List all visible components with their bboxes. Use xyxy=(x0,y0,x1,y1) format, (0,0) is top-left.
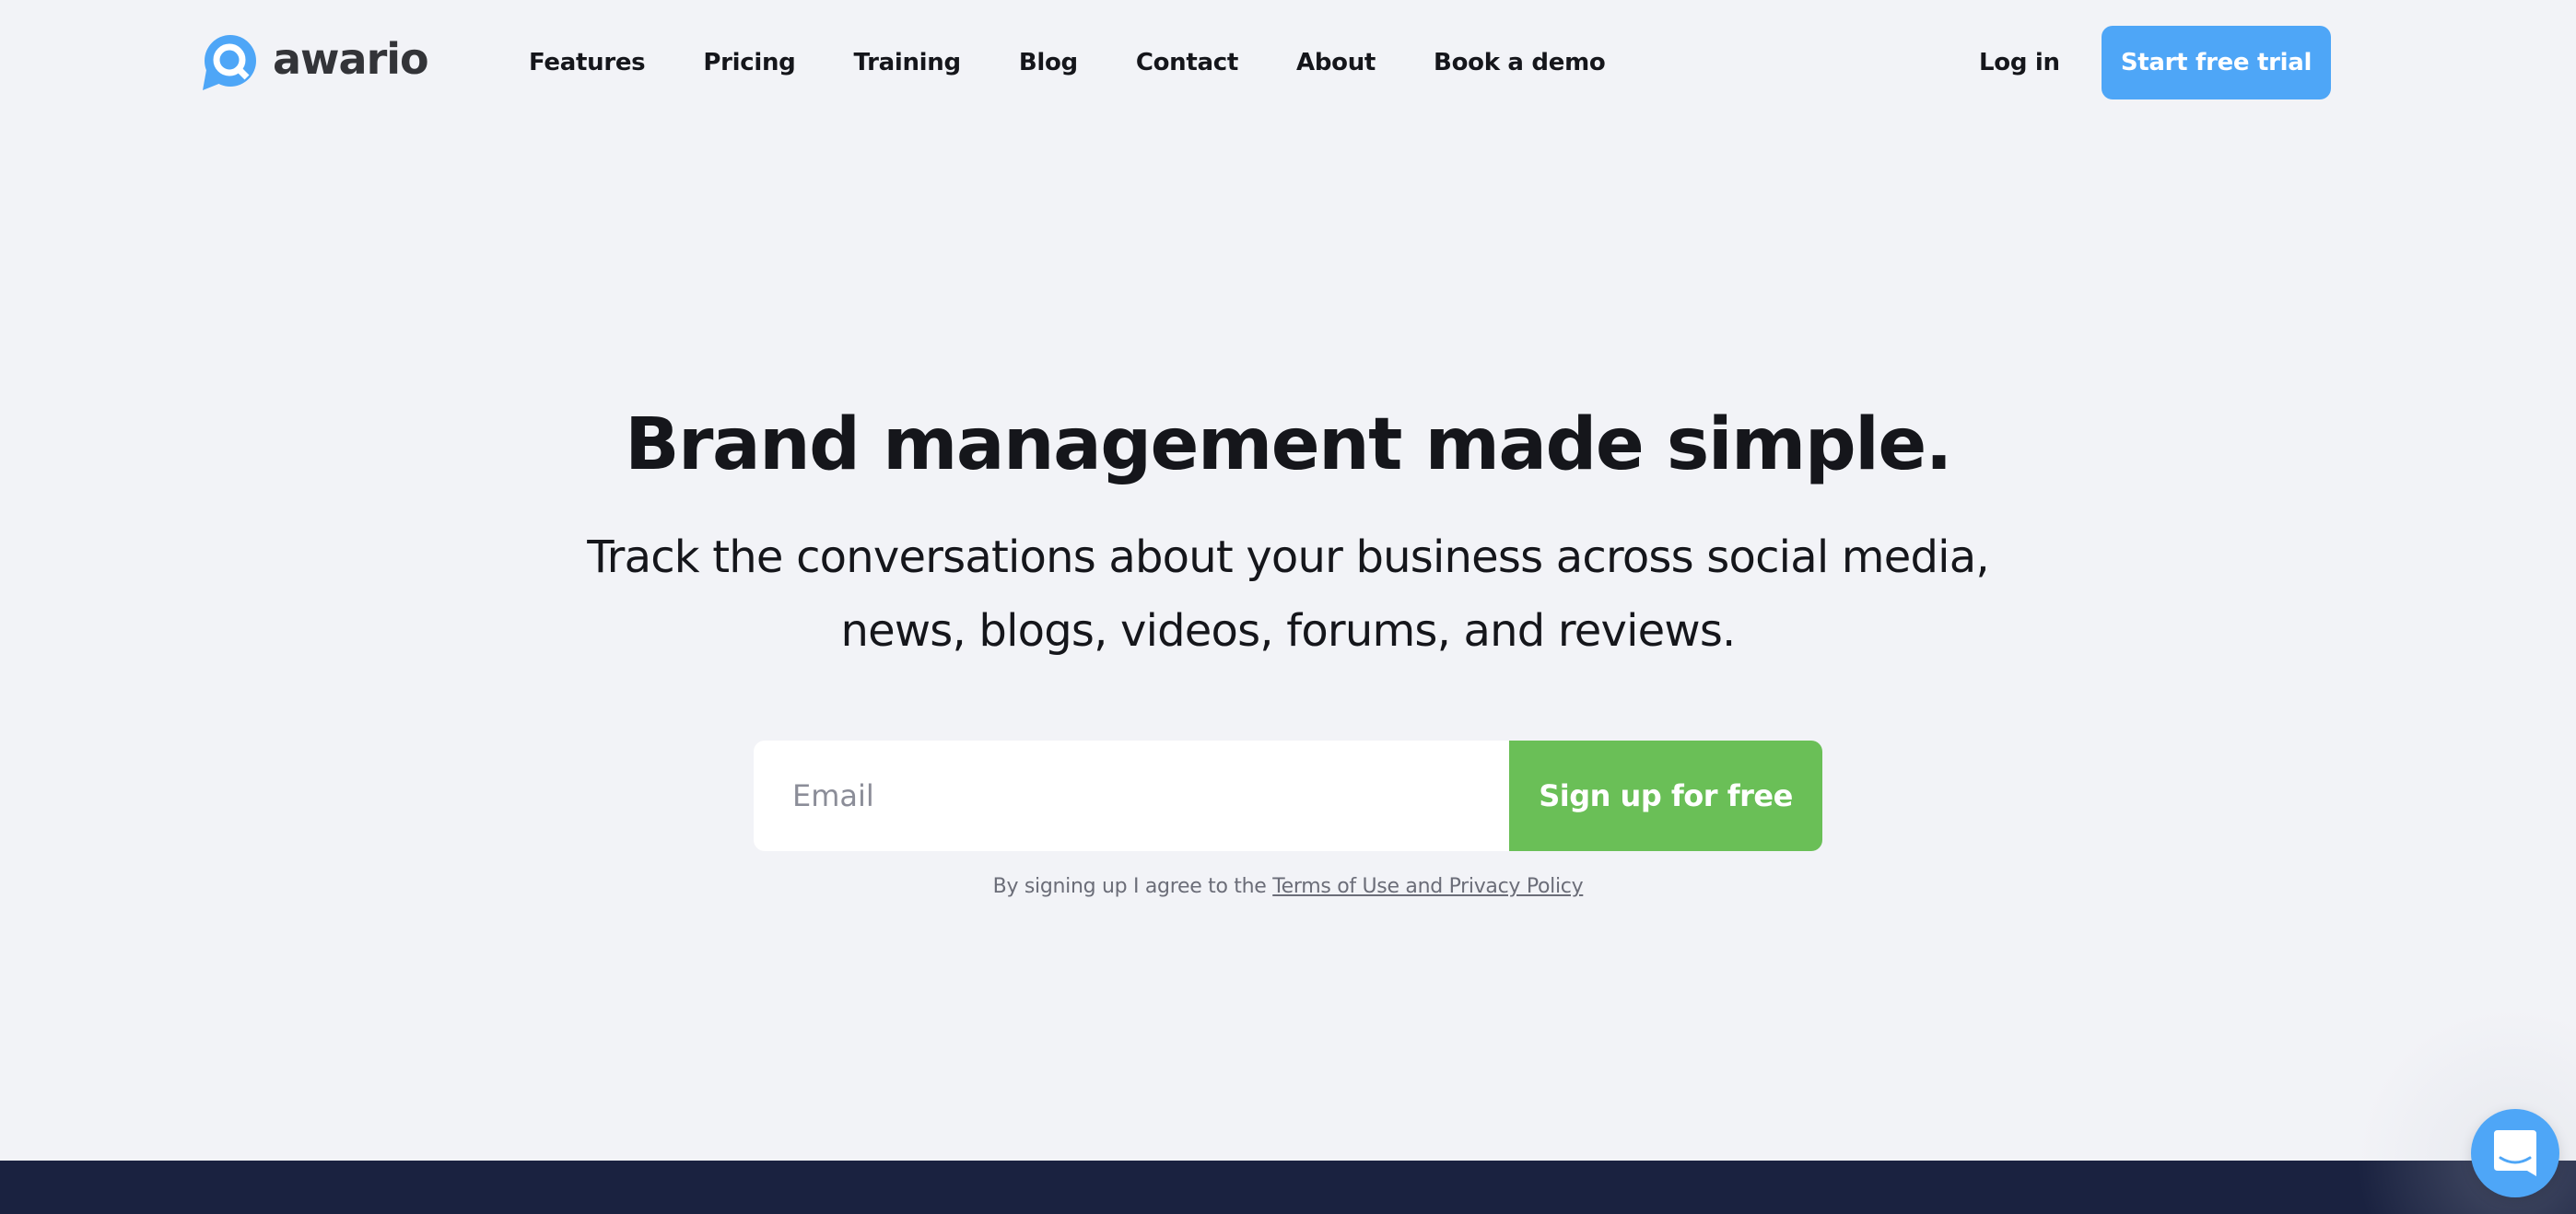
terms-link[interactable]: Terms of Use and Privacy Policy xyxy=(1272,875,1583,898)
site-header: awario Features Pricing Training Blog Co… xyxy=(0,0,2576,125)
nav-item-book-demo[interactable]: Book a demo xyxy=(1434,49,1606,76)
logo-link[interactable]: awario xyxy=(199,33,429,92)
nav-item-contact[interactable]: Contact xyxy=(1136,49,1238,76)
terms-prefix: By signing up I agree to the xyxy=(992,875,1273,898)
hero-title: Brand management made simple. xyxy=(625,403,1952,486)
terms-notice: By signing up I agree to the Terms of Us… xyxy=(0,875,2576,898)
signup-form: Sign up for free xyxy=(754,741,1822,851)
nav-item-about[interactable]: About xyxy=(1296,49,1376,76)
email-input[interactable] xyxy=(754,741,1509,851)
nav-item-training[interactable]: Training xyxy=(854,49,962,76)
nav-item-blog[interactable]: Blog xyxy=(1019,49,1078,76)
login-link[interactable]: Log in xyxy=(1979,44,2060,81)
nav-item-features[interactable]: Features xyxy=(529,49,646,76)
logo-text: awario xyxy=(273,34,429,84)
start-free-trial-button[interactable]: Start free trial xyxy=(2102,26,2331,99)
chat-widget-button[interactable] xyxy=(2471,1109,2559,1197)
main-nav: Features Pricing Training Blog Contact A… xyxy=(529,44,1606,81)
hero-subtitle: Track the conversations about your busin… xyxy=(587,531,1989,657)
chat-search-icon xyxy=(203,35,256,90)
footer-band xyxy=(0,1161,2576,1214)
page: awario Features Pricing Training Blog Co… xyxy=(0,0,2576,1214)
nav-item-pricing[interactable]: Pricing xyxy=(703,49,795,76)
sign-up-button[interactable]: Sign up for free xyxy=(1509,741,1822,851)
chat-bubble-icon xyxy=(2494,1130,2536,1176)
